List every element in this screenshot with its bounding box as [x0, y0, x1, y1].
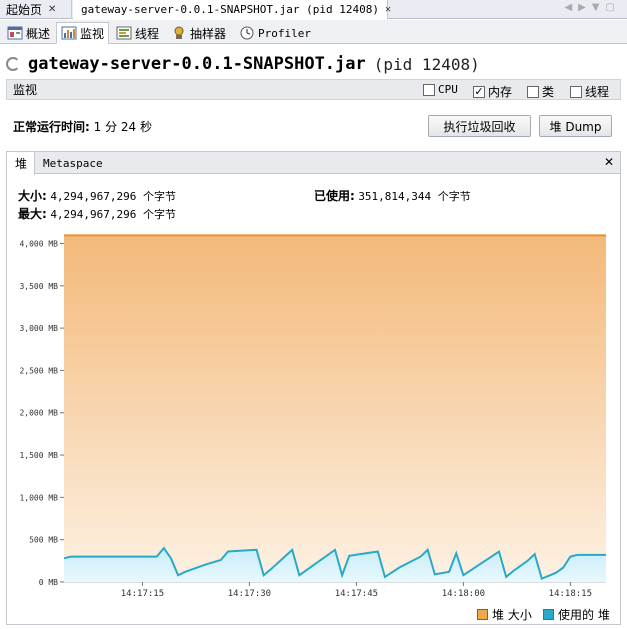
checkbox-memory[interactable]: ✓ 内存	[473, 83, 512, 100]
heap-size-series	[64, 234, 606, 582]
tab-overview[interactable]: 概述	[2, 22, 55, 44]
checkbox-threads[interactable]: 线程	[570, 83, 609, 100]
y-tick-label: 0 MB	[39, 578, 58, 587]
loading-spinner-icon	[6, 57, 20, 71]
checkbox-label: 类	[542, 85, 555, 99]
y-tick-label: 1,000 MB	[19, 493, 58, 502]
x-tick-label: 14:17:45	[335, 589, 378, 599]
x-tick-label: 14:18:15	[549, 589, 592, 599]
y-tick-label: 500 MB	[29, 536, 58, 545]
tab-label: 起始页	[6, 3, 43, 17]
panel-tabs: 堆 Metaspace ✕	[7, 152, 620, 175]
legend-used-heap: 使用的 堆	[543, 606, 610, 623]
x-tick-label: 14:17:15	[121, 589, 164, 599]
size-label: 大小:	[18, 189, 47, 203]
tab-profiler[interactable]: Profiler	[234, 22, 316, 44]
tab-heap[interactable]: 堆	[7, 152, 35, 175]
max-value: 4,294,967,296 个字节	[50, 208, 177, 221]
heap-size-area	[64, 235, 606, 582]
tab-label: Profiler	[258, 26, 311, 40]
document-tabbar: 起始页 ✕ gateway-server-0.0.1-SNAPSHOT.jar …	[0, 0, 627, 20]
tab-app[interactable]: gateway-server-0.0.1-SNAPSHOT.jar (pid 1…	[73, 0, 391, 20]
app-pid: (pid 12408)	[373, 54, 480, 74]
app-title: gateway-server-0.0.1-SNAPSHOT.jar	[28, 54, 366, 74]
x-tick-label: 14:18:00	[442, 589, 485, 599]
checkbox-cpu[interactable]: CPU	[423, 83, 458, 96]
tab-label: gateway-server-0.0.1-SNAPSHOT.jar (pid 1…	[81, 3, 380, 16]
y-axis: 0 MB 500 MB 1,000 MB 1,500 MB 2,000 MB 2,500 …	[19, 239, 64, 587]
tab-threads[interactable]: 线程	[111, 22, 164, 44]
tab-start-page[interactable]: 起始页 ✕	[0, 0, 72, 19]
heap-used-stat: 已使用: 351,814,344 个字节	[314, 187, 471, 204]
tab-metaspace[interactable]: Metaspace	[35, 152, 105, 174]
size-value: 4,294,967,296 个字节	[50, 190, 177, 203]
used-value: 351,814,344 个字节	[358, 190, 471, 203]
tab-sampler[interactable]: 抽样器	[166, 22, 231, 44]
y-tick-label: 1,500 MB	[19, 451, 58, 460]
y-tick-label: 3,500 MB	[19, 282, 58, 291]
gc-button[interactable]: 执行垃圾回收	[428, 115, 531, 137]
heap-dump-button[interactable]: 堆 Dump	[539, 115, 612, 137]
threads-icon	[116, 26, 132, 40]
y-tick-label: 3,000 MB	[19, 324, 58, 333]
checkbox-box[interactable]: ✓	[473, 85, 485, 98]
legend-label: 堆 大小	[492, 608, 532, 622]
close-icon[interactable]: ✕	[604, 155, 614, 169]
tab-label: 线程	[135, 26, 160, 41]
x-axis: 14:17:15 14:17:30 14:17:45 14:18:00 14:18:15	[121, 582, 592, 599]
y-tick-label: 4,000 MB	[19, 239, 58, 248]
legend-swatch	[477, 609, 488, 620]
checkbox-box[interactable]	[570, 85, 582, 98]
checkbox-classes[interactable]: 类	[527, 83, 554, 100]
checkbox-label: 内存	[488, 85, 513, 99]
tab-label: 监视	[80, 26, 105, 41]
checkbox-box[interactable]	[423, 83, 435, 96]
x-tick-label: 14:17:30	[228, 589, 271, 599]
sampler-icon	[174, 26, 184, 39]
y-tick-label: 2,000 MB	[19, 409, 58, 418]
view-tabs: 概述 监视 线程 抽样器 Profiler	[0, 20, 627, 44]
profiler-icon	[240, 26, 254, 40]
legend-heap-size: 堆 大小	[477, 606, 532, 623]
heap-size-stat: 大小: 4,294,967,296 个字节	[18, 187, 176, 204]
legend-swatch	[543, 609, 554, 620]
checkbox-label: CPU	[438, 83, 458, 96]
monitor-icon	[61, 26, 77, 40]
monitor-toolbar: 监视 CPU ✓ 内存 类 线程	[6, 79, 621, 100]
close-icon[interactable]: ✕	[385, 4, 391, 15]
tab-monitor[interactable]: 监视	[56, 22, 110, 44]
heap-chart: 0 MB 500 MB 1,000 MB 1,500 MB 2,000 MB 2,500 …	[19, 234, 606, 599]
uptime-value: 1 分 24 秒	[93, 120, 152, 134]
page-title: gateway-server-0.0.1-SNAPSHOT.jar (pid 1…	[6, 52, 480, 76]
tab-label: 抽样器	[190, 26, 227, 41]
monitor-label: 监视	[13, 83, 38, 97]
uptime-label: 正常运行时间:	[13, 120, 90, 134]
tab-scroll-arrows[interactable]: ◀▶▼▢	[564, 2, 621, 13]
checkbox-label: 线程	[585, 85, 610, 99]
overview-icon	[7, 26, 23, 40]
y-tick-label: 2,500 MB	[19, 366, 58, 375]
max-label: 最大:	[18, 207, 47, 221]
tab-label: 概述	[26, 26, 51, 41]
legend-label: 使用的 堆	[558, 608, 610, 622]
checkbox-box[interactable]	[527, 85, 539, 98]
used-label: 已使用:	[314, 189, 355, 203]
heap-max-stat: 最大: 4,294,967,296 个字节	[18, 205, 176, 222]
uptime: 正常运行时间: 1 分 24 秒	[13, 118, 152, 135]
close-icon[interactable]: ✕	[48, 4, 56, 15]
